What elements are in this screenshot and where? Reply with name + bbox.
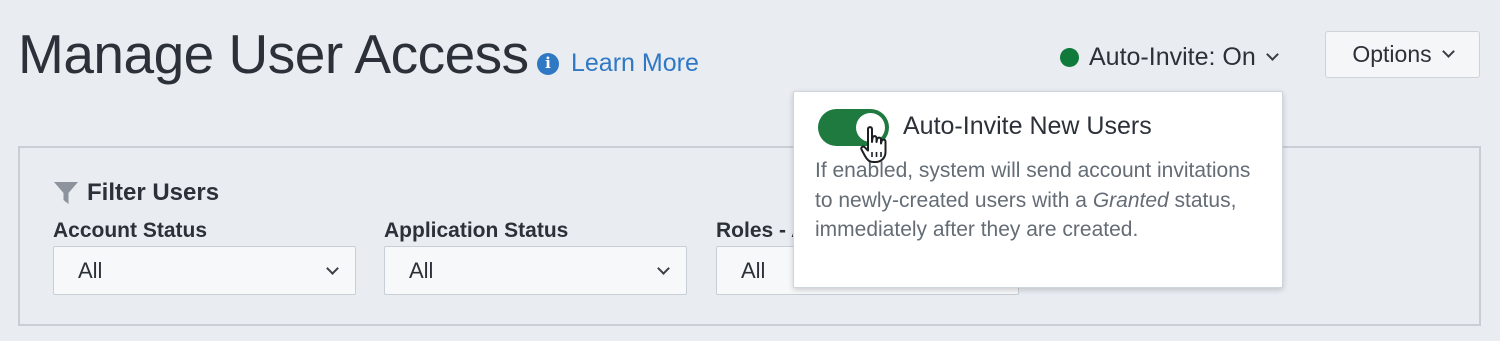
filter-heading: Filter Users <box>53 179 219 207</box>
auto-invite-toggle-label: Auto-Invite New Users <box>903 112 1152 140</box>
hand-pointer-cursor-icon <box>860 126 887 163</box>
auto-invite-dropdown[interactable]: Auto-Invite: On <box>1060 40 1279 74</box>
chevron-down-icon <box>1441 45 1455 58</box>
page-title: Manage User Access <box>18 23 529 85</box>
application-status-filter: Application Status All <box>384 218 687 295</box>
options-button[interactable]: Options <box>1325 31 1480 78</box>
chevron-down-icon <box>1265 47 1279 61</box>
filter-heading-label: Filter Users <box>87 179 220 206</box>
funnel-icon <box>54 182 78 204</box>
application-status-value: All <box>409 257 434 283</box>
learn-more-label: Learn More <box>571 49 699 77</box>
chevron-down-icon <box>326 261 339 275</box>
auto-invite-popover: Auto-Invite New Users If enabled, system… <box>793 91 1283 288</box>
info-icon: i <box>537 52 559 75</box>
roles-value: All <box>741 257 766 283</box>
account-status-label: Account Status <box>53 219 208 242</box>
account-status-value: All <box>78 257 103 283</box>
chevron-down-icon <box>657 261 670 275</box>
auto-invite-label: Auto-Invite: On <box>1089 42 1256 71</box>
description-emphasis: Granted <box>1092 188 1169 212</box>
learn-more-link[interactable]: i Learn More <box>537 49 699 78</box>
account-status-filter: Account Status All <box>53 218 356 295</box>
application-status-select[interactable]: All <box>384 246 687 295</box>
options-label: Options <box>1352 41 1432 67</box>
application-status-label: Application Status <box>384 219 569 242</box>
account-status-select[interactable]: All <box>53 246 356 295</box>
status-dot-icon <box>1060 47 1079 67</box>
auto-invite-description: If enabled, system will send account inv… <box>815 156 1270 245</box>
